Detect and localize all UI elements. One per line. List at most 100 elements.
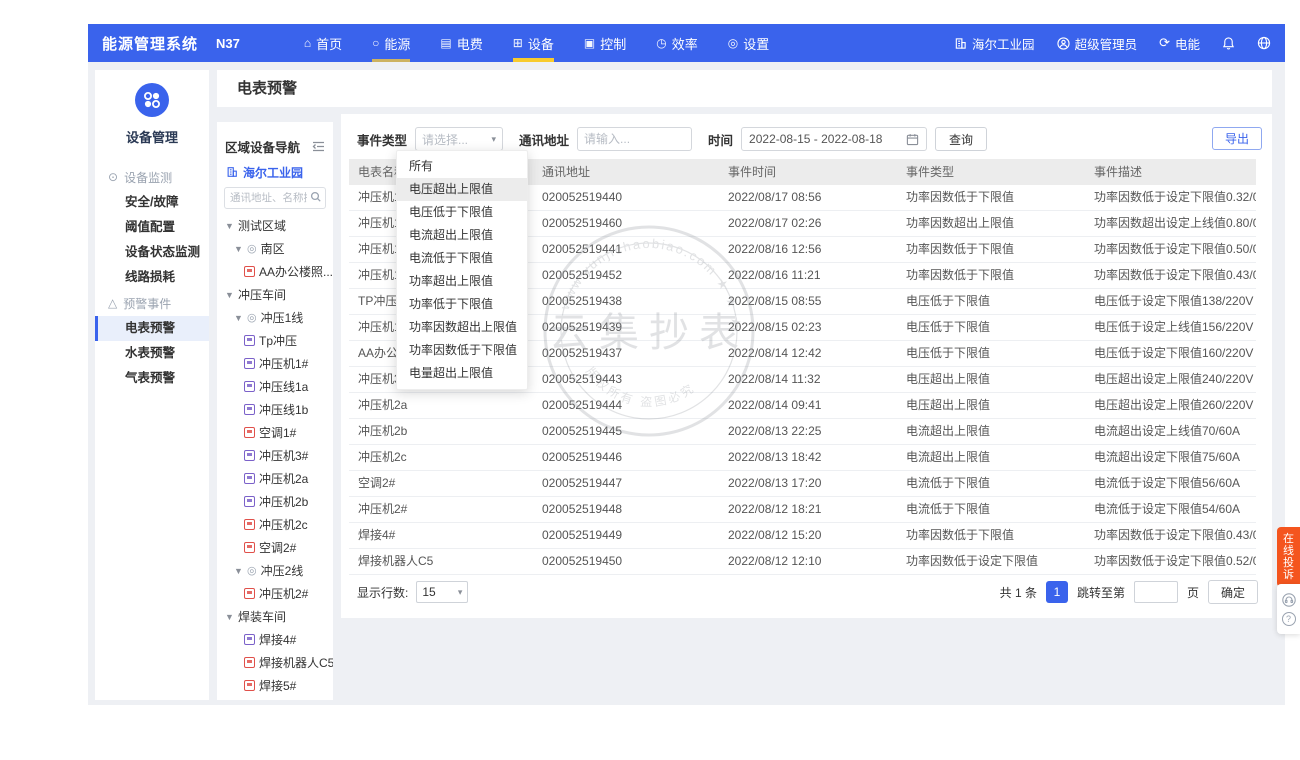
dropdown-option[interactable]: 功率低于下限值 bbox=[397, 293, 527, 316]
tree-node[interactable]: ▼◎冲压2线 bbox=[217, 559, 333, 582]
tree-node[interactable]: 空调2# bbox=[217, 536, 333, 559]
event-type-select[interactable]: 请选择... ▾ bbox=[415, 127, 503, 151]
meter-icon bbox=[244, 266, 255, 277]
cell-event-time: 2022/08/16 11:21 bbox=[719, 263, 897, 288]
query-button[interactable]: 查询 bbox=[935, 127, 987, 151]
jump-confirm-button[interactable]: 确定 bbox=[1208, 580, 1258, 604]
sidebar-item[interactable]: 电表预警 bbox=[95, 316, 209, 341]
dropdown-option[interactable]: 功率因数低于下限值 bbox=[397, 339, 527, 362]
tree-node[interactable]: 焊接6# bbox=[217, 697, 333, 700]
dropdown-option[interactable]: 电压低于下限值 bbox=[397, 201, 527, 224]
tree-node-label: 冲压2线 bbox=[261, 562, 304, 579]
tree-node[interactable]: 冲压机3# bbox=[217, 444, 333, 467]
jump-page-input[interactable] bbox=[1134, 581, 1178, 603]
nav-item-energy[interactable]: ○能源 bbox=[372, 24, 410, 62]
chevron-down-icon: ▾ bbox=[458, 587, 463, 598]
tree-node[interactable]: 冲压机1# bbox=[217, 352, 333, 375]
nav-item-device[interactable]: ⊞设备 bbox=[513, 24, 554, 62]
address-input[interactable] bbox=[577, 127, 692, 151]
dropdown-option[interactable]: 功率因数超出上限值 bbox=[397, 316, 527, 339]
top-navbar: 能源管理系统 N37 ⌂首页○能源▤电费⊞设备▣控制◷效率◎设置 海尔工业园 超… bbox=[88, 24, 1285, 62]
building-icon bbox=[954, 37, 967, 50]
tree-node[interactable]: 冲压机2a bbox=[217, 467, 333, 490]
online-complaint-tab[interactable]: 在线投诉 bbox=[1277, 527, 1300, 587]
cell-event-time: 2022/08/14 09:41 bbox=[719, 393, 897, 418]
rows-per-page-select[interactable]: 15 ▾ bbox=[416, 581, 468, 603]
customer-service-icon[interactable] bbox=[1282, 593, 1296, 607]
tree-node[interactable]: AA办公楼照... bbox=[217, 260, 333, 283]
tree-node[interactable]: ▼冲压车间 bbox=[217, 283, 333, 306]
nav-item-home[interactable]: ⌂首页 bbox=[304, 24, 342, 62]
dropdown-option[interactable]: 电量超出上限值 bbox=[397, 362, 527, 385]
caret-down-icon: ▼ bbox=[234, 566, 243, 576]
cell-event-desc: 电流超出设定上线值70/60A bbox=[1085, 419, 1256, 444]
tree-node[interactable]: ▼◎南区 bbox=[217, 237, 333, 260]
tree-node[interactable]: ▼焊装车间 bbox=[217, 605, 333, 628]
sidebar-item[interactable]: 设备状态监测 bbox=[95, 240, 209, 265]
nav-item-control[interactable]: ▣控制 bbox=[584, 24, 626, 62]
energy-icon: ○ bbox=[372, 36, 379, 50]
cell-event-desc: 功率因数低于设定下限值0.43/0.75 bbox=[1085, 263, 1256, 288]
cell-event-desc: 电压超出设定上限值260/220V bbox=[1085, 393, 1256, 418]
tree-node[interactable]: 冲压线1b bbox=[217, 398, 333, 421]
cell-address: 020052519446 bbox=[533, 445, 719, 470]
nav-item-efficiency[interactable]: ◷效率 bbox=[656, 24, 698, 62]
cell-event-desc: 功率因数低于设定下限值0.50/0.75 bbox=[1085, 237, 1256, 262]
notifications-button[interactable] bbox=[1222, 36, 1235, 50]
sidebar-item[interactable]: 气表预警 bbox=[95, 366, 209, 391]
cell-event-desc: 功率因数低于设定下限值0.32/0.75 bbox=[1085, 185, 1256, 210]
floating-help-panel: ? bbox=[1277, 584, 1300, 634]
cell-address: 020052519443 bbox=[533, 367, 719, 392]
nav-item-settings[interactable]: ◎设置 bbox=[728, 24, 770, 62]
cell-event-time: 2022/08/14 11:32 bbox=[719, 367, 897, 392]
bell-icon bbox=[1222, 36, 1235, 50]
dropdown-option[interactable]: 电压超出上限值 bbox=[397, 178, 527, 201]
nav-item-label: 设置 bbox=[743, 34, 769, 53]
energy-mode-switch[interactable]: ⟳ 电能 bbox=[1159, 34, 1200, 53]
sidebar-item[interactable]: 水表预警 bbox=[95, 341, 209, 366]
tree-node[interactable]: ▼◎冲压1线 bbox=[217, 306, 333, 329]
tree-node[interactable]: 焊接4# bbox=[217, 628, 333, 651]
tree-node[interactable]: 焊接5# bbox=[217, 674, 333, 697]
tree-node[interactable]: 冲压机2b bbox=[217, 490, 333, 513]
sidebar-item[interactable]: 安全/故障 bbox=[95, 190, 209, 215]
dropdown-option[interactable]: 电流低于下限值 bbox=[397, 247, 527, 270]
tree-root-site[interactable]: 海尔工业园 bbox=[217, 160, 333, 184]
export-button[interactable]: 导出 bbox=[1212, 127, 1262, 150]
dropdown-option[interactable]: 功率超出上限值 bbox=[397, 270, 527, 293]
complaint-char: 投 bbox=[1277, 557, 1300, 569]
date-range-picker[interactable]: 2022-08-15 - 2022-08-18 bbox=[741, 127, 927, 151]
jump-suffix-label: 页 bbox=[1187, 584, 1199, 601]
nav-item-bill[interactable]: ▤电费 bbox=[440, 24, 482, 62]
sidebar-item[interactable]: 阈值配置 bbox=[95, 215, 209, 240]
cell-meter-name: 焊接4# bbox=[349, 523, 533, 548]
date-range-value: 2022-08-15 - 2022-08-18 bbox=[749, 132, 882, 146]
tree-node-label: AA办公楼照... bbox=[259, 263, 333, 280]
user-menu[interactable]: 超级管理员 bbox=[1057, 34, 1138, 53]
device-tree-panel: 区域设备导航 海尔工业园 ▼测试区域▼◎南区AA办公楼照...▼冲压车间▼◎冲压… bbox=[217, 122, 333, 700]
site-name: 海尔工业园 bbox=[972, 34, 1035, 53]
table-header-cell: 事件时间 bbox=[719, 159, 897, 185]
tree-node[interactable]: 冲压线1a bbox=[217, 375, 333, 398]
collapse-panel-icon[interactable] bbox=[312, 141, 325, 152]
cell-event-desc: 电压低于设定下限值138/220V bbox=[1085, 289, 1256, 314]
help-icon[interactable]: ? bbox=[1282, 612, 1296, 626]
caret-down-icon: ▼ bbox=[225, 290, 234, 300]
tree-node-label: 冲压机1# bbox=[259, 355, 308, 372]
tree-node[interactable]: 焊接机器人C5 bbox=[217, 651, 333, 674]
tree-node[interactable]: ▼测试区域 bbox=[217, 214, 333, 237]
dropdown-option[interactable]: 所有 bbox=[397, 155, 527, 178]
sidebar-item[interactable]: 线路损耗 bbox=[95, 265, 209, 290]
tree-node[interactable]: 冲压机2# bbox=[217, 582, 333, 605]
tree-node[interactable]: Tp冲压 bbox=[217, 329, 333, 352]
tree-node[interactable]: 空调1# bbox=[217, 421, 333, 444]
site-selector[interactable]: 海尔工业园 bbox=[954, 34, 1035, 53]
page-number-1[interactable]: 1 bbox=[1046, 581, 1068, 603]
language-button[interactable] bbox=[1257, 36, 1271, 50]
meter-icon bbox=[244, 427, 255, 438]
tree-node[interactable]: 冲压机2c bbox=[217, 513, 333, 536]
tree-root-label: 海尔工业园 bbox=[243, 164, 303, 181]
caret-down-icon: ▼ bbox=[234, 313, 243, 323]
calendar-icon bbox=[906, 133, 919, 146]
dropdown-option[interactable]: 电流超出上限值 bbox=[397, 224, 527, 247]
